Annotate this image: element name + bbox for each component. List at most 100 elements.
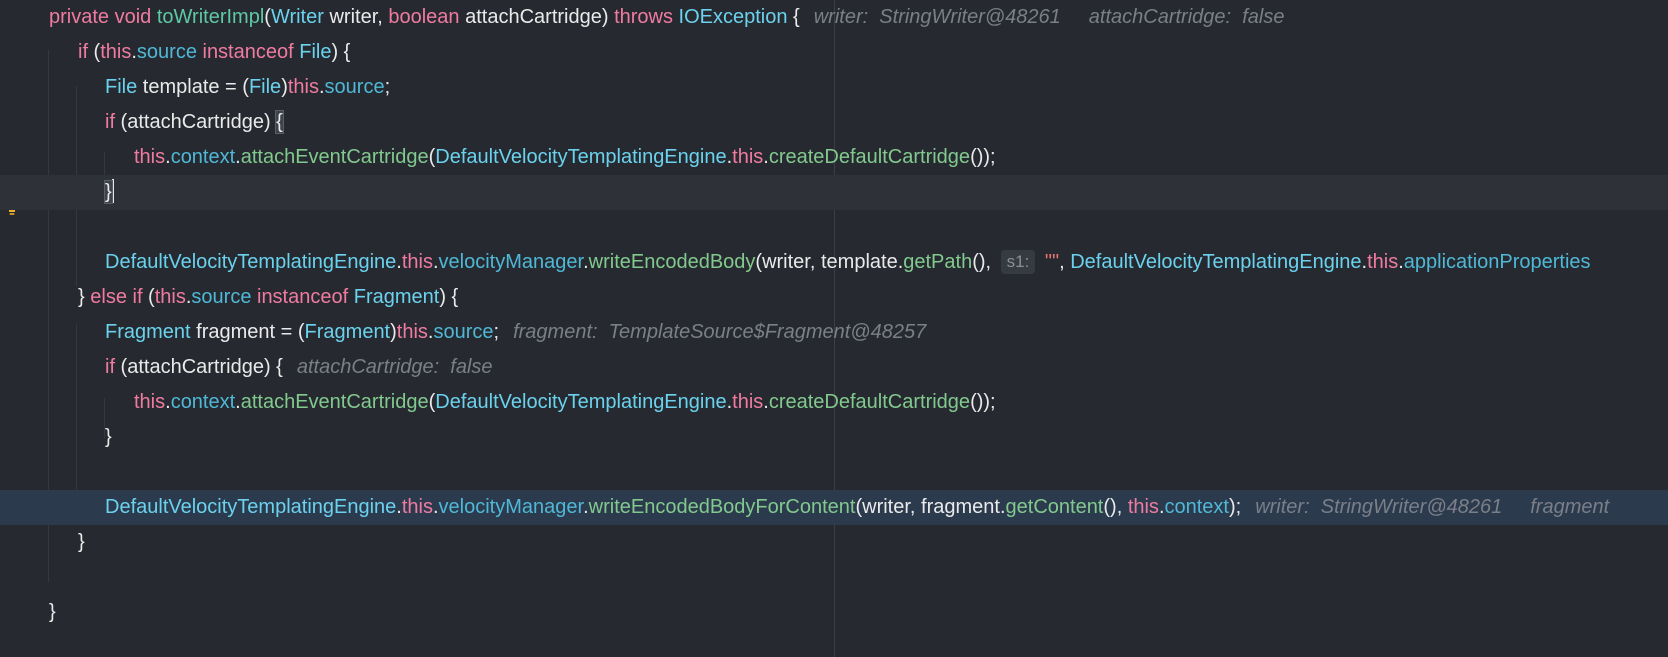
code-line[interactable]: }	[0, 175, 1668, 210]
code-token: source	[433, 321, 494, 343]
code-line[interactable]: this.context.attachEventCartridge(Defaul…	[0, 140, 1668, 175]
code-token: this	[134, 146, 166, 168]
code-line[interactable]: Fragment fragment = (Fragment)this.sourc…	[0, 315, 1668, 350]
code-line[interactable]	[0, 560, 1668, 595]
code-token: this	[100, 41, 132, 63]
code-line[interactable]: private void toWriterImpl(Writer writer,…	[0, 0, 1668, 35]
code-token: File	[105, 76, 138, 98]
code-token: Fragment	[304, 321, 391, 343]
code-content: DefaultVelocityTemplatingEngine.this.vel…	[105, 490, 1609, 525]
code-token: ) {	[331, 41, 351, 63]
code-token: );	[1228, 496, 1242, 518]
code-token: attachEventCartridge	[240, 146, 429, 168]
code-line[interactable]	[0, 455, 1668, 490]
code-token: ;	[384, 76, 391, 98]
code-token: DefaultVelocityTemplatingEngine	[1070, 251, 1362, 273]
code-token: this	[287, 76, 319, 98]
code-token: Fragment	[105, 321, 191, 343]
code-token: this	[732, 146, 764, 168]
inline-debug-values: attachCartridge: false	[297, 356, 493, 378]
code-token: source	[324, 76, 385, 98]
code-token: (	[264, 6, 271, 28]
code-token: throws	[614, 6, 679, 28]
code-content: if (this.source instanceof File) {	[78, 35, 350, 70]
code-token: }	[49, 601, 56, 623]
code-content: if (attachCartridge) {attachCartridge: f…	[105, 350, 493, 385]
code-token: this	[401, 496, 433, 518]
code-token: velocityManager	[438, 251, 584, 273]
code-token: DefaultVelocityTemplatingEngine	[105, 251, 397, 273]
code-line[interactable]: if (attachCartridge) {attachCartridge: f…	[0, 350, 1668, 385]
code-content: this.context.attachEventCartridge(Defaul…	[134, 385, 996, 420]
code-line[interactable]: } else if (this.source instanceof Fragme…	[0, 280, 1668, 315]
code-line[interactable]: File template = (File)this.source;	[0, 70, 1668, 105]
code-token: File	[248, 76, 282, 98]
code-line[interactable]: DefaultVelocityTemplatingEngine.this.vel…	[0, 245, 1668, 280]
code-line[interactable]: }	[0, 420, 1668, 455]
code-editor[interactable]: private void toWriterImpl(Writer writer,…	[0, 0, 1668, 657]
code-token: }	[78, 531, 85, 553]
code-content: }	[105, 420, 112, 455]
code-token: ) {	[439, 286, 459, 308]
code-token: source	[191, 286, 252, 308]
code-content: }	[104, 175, 114, 210]
code-token: instanceof	[196, 41, 300, 63]
matched-brace: }	[104, 180, 113, 204]
code-token: context	[170, 146, 236, 168]
debug-value: writer: StringWriter@48261	[1255, 496, 1503, 518]
code-token: source	[136, 41, 197, 63]
code-token: (	[142, 286, 155, 308]
code-line[interactable]	[0, 210, 1668, 245]
code-content: File template = (File)this.source;	[105, 70, 390, 105]
code-line[interactable]: if (this.source instanceof File) {	[0, 35, 1668, 70]
code-token: (),	[972, 251, 997, 273]
code-token: {	[787, 6, 800, 28]
matched-brace: {	[275, 110, 284, 134]
code-token: this	[1367, 251, 1399, 273]
code-token: instanceof	[251, 286, 354, 308]
code-token: )	[390, 321, 397, 343]
code-token: )	[281, 76, 288, 98]
code-token: context	[170, 391, 236, 413]
parameter-hint: s1:	[1000, 250, 1036, 274]
code-token: Writer	[270, 6, 324, 28]
code-token: ());	[970, 391, 996, 413]
code-token: createDefaultCartridge	[768, 146, 971, 168]
code-content: }	[78, 525, 85, 560]
code-token: File	[299, 41, 332, 63]
debug-value: attachCartridge: false	[296, 356, 493, 378]
code-token: Fragment	[353, 286, 440, 308]
code-content: this.context.attachEventCartridge(Defaul…	[134, 140, 996, 175]
code-token: attachEventCartridge	[240, 391, 429, 413]
code-content: DefaultVelocityTemplatingEngine.this.vel…	[105, 245, 1591, 280]
code-token: fragment = (	[190, 321, 305, 343]
code-token: DefaultVelocityTemplatingEngine	[435, 146, 727, 168]
inline-debug-values: writer: StringWriter@48261 fragment	[1255, 496, 1609, 518]
debug-value: attachCartridge: false	[1088, 6, 1285, 28]
inline-debug-values: fragment: TemplateSource$Fragment@48257	[513, 321, 926, 343]
debug-value: fragment: TemplateSource$Fragment@48257	[513, 321, 927, 343]
code-token: this	[396, 321, 428, 343]
code-token: context	[1164, 496, 1229, 518]
code-token: (attachCartridge)	[115, 111, 277, 133]
code-line[interactable]: this.context.attachEventCartridge(Defaul…	[0, 385, 1668, 420]
code-line[interactable]: DefaultVelocityTemplatingEngine.this.vel…	[0, 490, 1668, 525]
code-token: writer,	[323, 6, 389, 28]
code-token: if	[105, 111, 115, 133]
code-token: attachCartridge)	[459, 6, 615, 28]
code-line[interactable]: }	[0, 525, 1668, 560]
code-token: this	[154, 286, 186, 308]
code-token: this	[1127, 496, 1159, 518]
code-token: }	[78, 286, 91, 308]
code-content: if (attachCartridge) {	[105, 105, 284, 140]
debug-value: writer: StringWriter@48261	[813, 6, 1061, 28]
code-token: getPath	[903, 251, 973, 273]
code-line[interactable]: }	[0, 595, 1668, 630]
code-token: (writer, template.	[755, 251, 904, 273]
code-token: this	[401, 251, 433, 273]
code-content: Fragment fragment = (Fragment)this.sourc…	[105, 315, 926, 350]
code-line[interactable]: if (attachCartridge) {	[0, 105, 1668, 140]
code-token: writeEncodedBody	[588, 251, 756, 273]
code-token: template = (	[137, 76, 249, 98]
code-token: this	[732, 391, 764, 413]
